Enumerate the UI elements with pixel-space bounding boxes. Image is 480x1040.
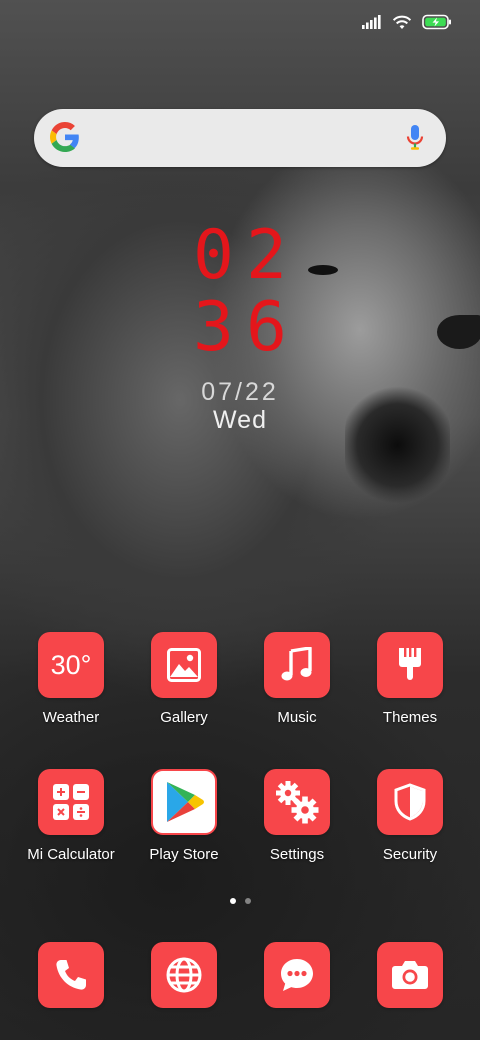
app-label: Play Store (149, 846, 219, 863)
dock-browser[interactable] (128, 942, 240, 1008)
app-label: Music (277, 709, 317, 726)
clock-minutes: 36 (193, 288, 299, 367)
date-text: 07/22 (201, 378, 279, 406)
battery-charging-icon (422, 14, 451, 30)
app-play-store[interactable]: Play Store (128, 769, 240, 864)
page-indicator[interactable] (0, 898, 480, 904)
dock-phone[interactable] (15, 942, 127, 1008)
app-label: Themes (382, 709, 438, 726)
app-label: Mi Calculator (27, 846, 115, 863)
app-label: Settings (269, 846, 325, 863)
music-note-icon (264, 632, 330, 698)
camera-icon (377, 942, 443, 1008)
weather-icon: 30° (38, 632, 104, 698)
clock-widget[interactable]: 02 36 07/22 Wed (0, 216, 480, 435)
gears-icon (264, 769, 330, 835)
app-mi-calculator[interactable]: Mi Calculator (15, 769, 127, 864)
wifi-icon (392, 15, 412, 29)
app-label: Gallery (160, 709, 208, 726)
dock-camera[interactable] (354, 942, 466, 1008)
app-music[interactable]: Music (241, 632, 353, 727)
globe-icon (151, 942, 217, 1008)
phone-icon (38, 942, 104, 1008)
shield-icon (377, 769, 443, 835)
app-label: Weather (42, 709, 100, 726)
play-store-icon (151, 769, 217, 835)
page-dot[interactable] (244, 898, 251, 904)
status-bar (362, 10, 452, 34)
app-security[interactable]: Security (354, 769, 466, 864)
dock-messaging[interactable] (241, 942, 353, 1008)
google-search-bar[interactable] (34, 109, 446, 167)
app-themes[interactable]: Themes (354, 632, 466, 727)
weekday-text: Wed (213, 406, 267, 434)
weather-temperature: 30° (50, 649, 92, 680)
page-dot-active[interactable] (229, 898, 236, 904)
clock-hours: 02 (193, 216, 299, 295)
paintbrush-icon (377, 632, 443, 698)
mic-icon[interactable] (406, 124, 424, 152)
gallery-icon (151, 632, 217, 698)
signal-icon (362, 15, 381, 29)
message-icon (264, 942, 330, 1008)
app-gallery[interactable]: Gallery (128, 632, 240, 727)
app-label: Security (382, 846, 438, 863)
calculator-icon (38, 769, 104, 835)
app-settings[interactable]: Settings (241, 769, 353, 864)
google-logo-icon (50, 122, 79, 152)
app-weather[interactable]: 30° Weather (15, 632, 127, 727)
